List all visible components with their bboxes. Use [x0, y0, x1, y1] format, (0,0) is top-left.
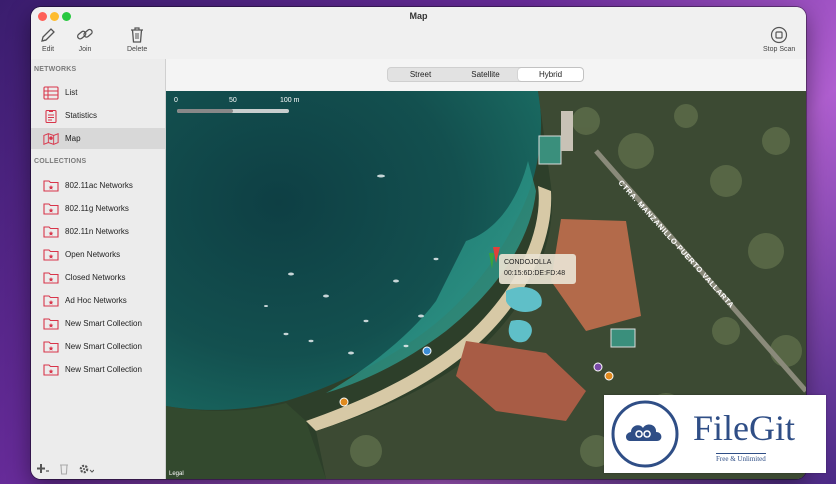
scale-tick-0: 0	[174, 97, 178, 104]
filegit-logo-icon	[611, 400, 679, 468]
sidebar-item-80211g-networks[interactable]: 802.11g Networks	[31, 198, 165, 219]
trash-icon	[131, 27, 144, 43]
link-icon	[77, 28, 93, 40]
legal-link[interactable]: Legal	[169, 471, 184, 477]
sidebar-item-label: Open Networks	[65, 250, 121, 259]
watermark-tagline: Free & Unlimited	[716, 453, 766, 463]
join-label: Join	[78, 46, 92, 53]
filegit-watermark: FileGit Free & Unlimited	[604, 395, 826, 473]
sidebar-item-80211n-networks[interactable]: 802.11n Networks	[31, 221, 165, 242]
scale-tick-50: 50	[229, 97, 237, 104]
map-type-hybrid[interactable]: Hybrid	[518, 68, 583, 81]
folder-icon	[43, 294, 59, 308]
sidebar-item-label: 802.11g Networks	[65, 204, 129, 213]
sidebar-item-label: Ad Hoc Networks	[65, 296, 127, 305]
sidebar-item-statistics[interactable]: Statistics	[31, 105, 165, 126]
trash-icon[interactable]	[59, 463, 69, 475]
folder-icon	[43, 363, 59, 377]
network-pin-callout[interactable]: CONDOJOLLA 00:15:6D:DE:FD:48	[499, 254, 576, 284]
sidebar-item-smart-collection-3[interactable]: New Smart Collection	[31, 359, 165, 380]
sidebar-item-map[interactable]: Map	[31, 128, 165, 149]
sidebar-item-closed-networks[interactable]: Closed Networks	[31, 267, 165, 288]
edit-button[interactable]: Edit	[39, 26, 57, 53]
delete-button[interactable]: Delete	[127, 26, 147, 53]
title-bar: Map Edit Join Delete Stop Scan	[31, 7, 806, 60]
list-icon	[43, 85, 59, 100]
sidebar-item-80211ac-networks[interactable]: 802.11ac Networks	[31, 175, 165, 196]
network-name: CONDOJOLLA	[504, 259, 552, 266]
sidebar-item-label: Closed Networks	[65, 273, 126, 282]
sidebar-item-list[interactable]: List	[31, 82, 165, 103]
sidebar-item-label: Map	[65, 134, 81, 143]
folder-icon	[43, 179, 59, 193]
networks-section-header: NETWORKS	[34, 66, 77, 73]
map-type-segmented-control[interactable]: Street Satellite Hybrid	[387, 67, 584, 82]
sidebar-item-label: Statistics	[65, 111, 98, 120]
map-type-street[interactable]: Street	[388, 68, 453, 81]
stop-scan-label: Stop Scan	[763, 46, 796, 53]
folder-icon	[43, 202, 59, 216]
folder-icon	[43, 248, 59, 262]
sidebar-item-open-networks[interactable]: Open Networks	[31, 244, 165, 265]
sidebar-item-ad-hoc-networks[interactable]: Ad Hoc Networks	[31, 290, 165, 311]
sidebar: NETWORKS List Statistics Map COLLECTIONS…	[31, 59, 166, 479]
gear-icon[interactable]	[78, 463, 94, 475]
delete-label: Delete	[127, 46, 148, 53]
edit-label: Edit	[41, 46, 55, 53]
statistics-icon	[43, 109, 59, 123]
sidebar-item-smart-collection-2[interactable]: New Smart Collection	[31, 336, 165, 357]
collections-section-header: COLLECTIONS	[34, 158, 87, 165]
map-icon	[43, 132, 59, 146]
folder-icon	[43, 340, 59, 354]
folder-icon	[43, 225, 59, 239]
sidebar-item-smart-collection-1[interactable]: New Smart Collection	[31, 313, 165, 334]
join-button[interactable]: Join	[75, 26, 95, 53]
sidebar-footer	[31, 459, 165, 479]
sidebar-item-label: 802.11ac Networks	[65, 181, 133, 190]
scale-tick-100: 100 m	[280, 97, 300, 104]
folder-icon	[43, 317, 59, 331]
watermark-name: FileGit	[693, 408, 796, 448]
network-mac: 00:15:6D:DE:FD:48	[504, 270, 566, 277]
sidebar-item-label: New Smart Collection	[65, 342, 142, 351]
sidebar-item-label: 802.11n Networks	[65, 227, 129, 236]
sidebar-item-label: List	[65, 88, 78, 97]
folder-icon	[43, 271, 59, 285]
stop-scan-button[interactable]: Stop Scan	[763, 26, 795, 53]
stop-icon	[771, 26, 788, 44]
sidebar-item-label: New Smart Collection	[65, 319, 142, 328]
add-collection-icon[interactable]	[36, 463, 50, 475]
window-title: Map	[409, 11, 428, 21]
map-type-satellite[interactable]: Satellite	[453, 68, 518, 81]
sidebar-item-label: New Smart Collection	[65, 365, 142, 374]
map-type-bar: Street Satellite Hybrid	[166, 59, 806, 92]
pencil-icon	[41, 28, 55, 42]
